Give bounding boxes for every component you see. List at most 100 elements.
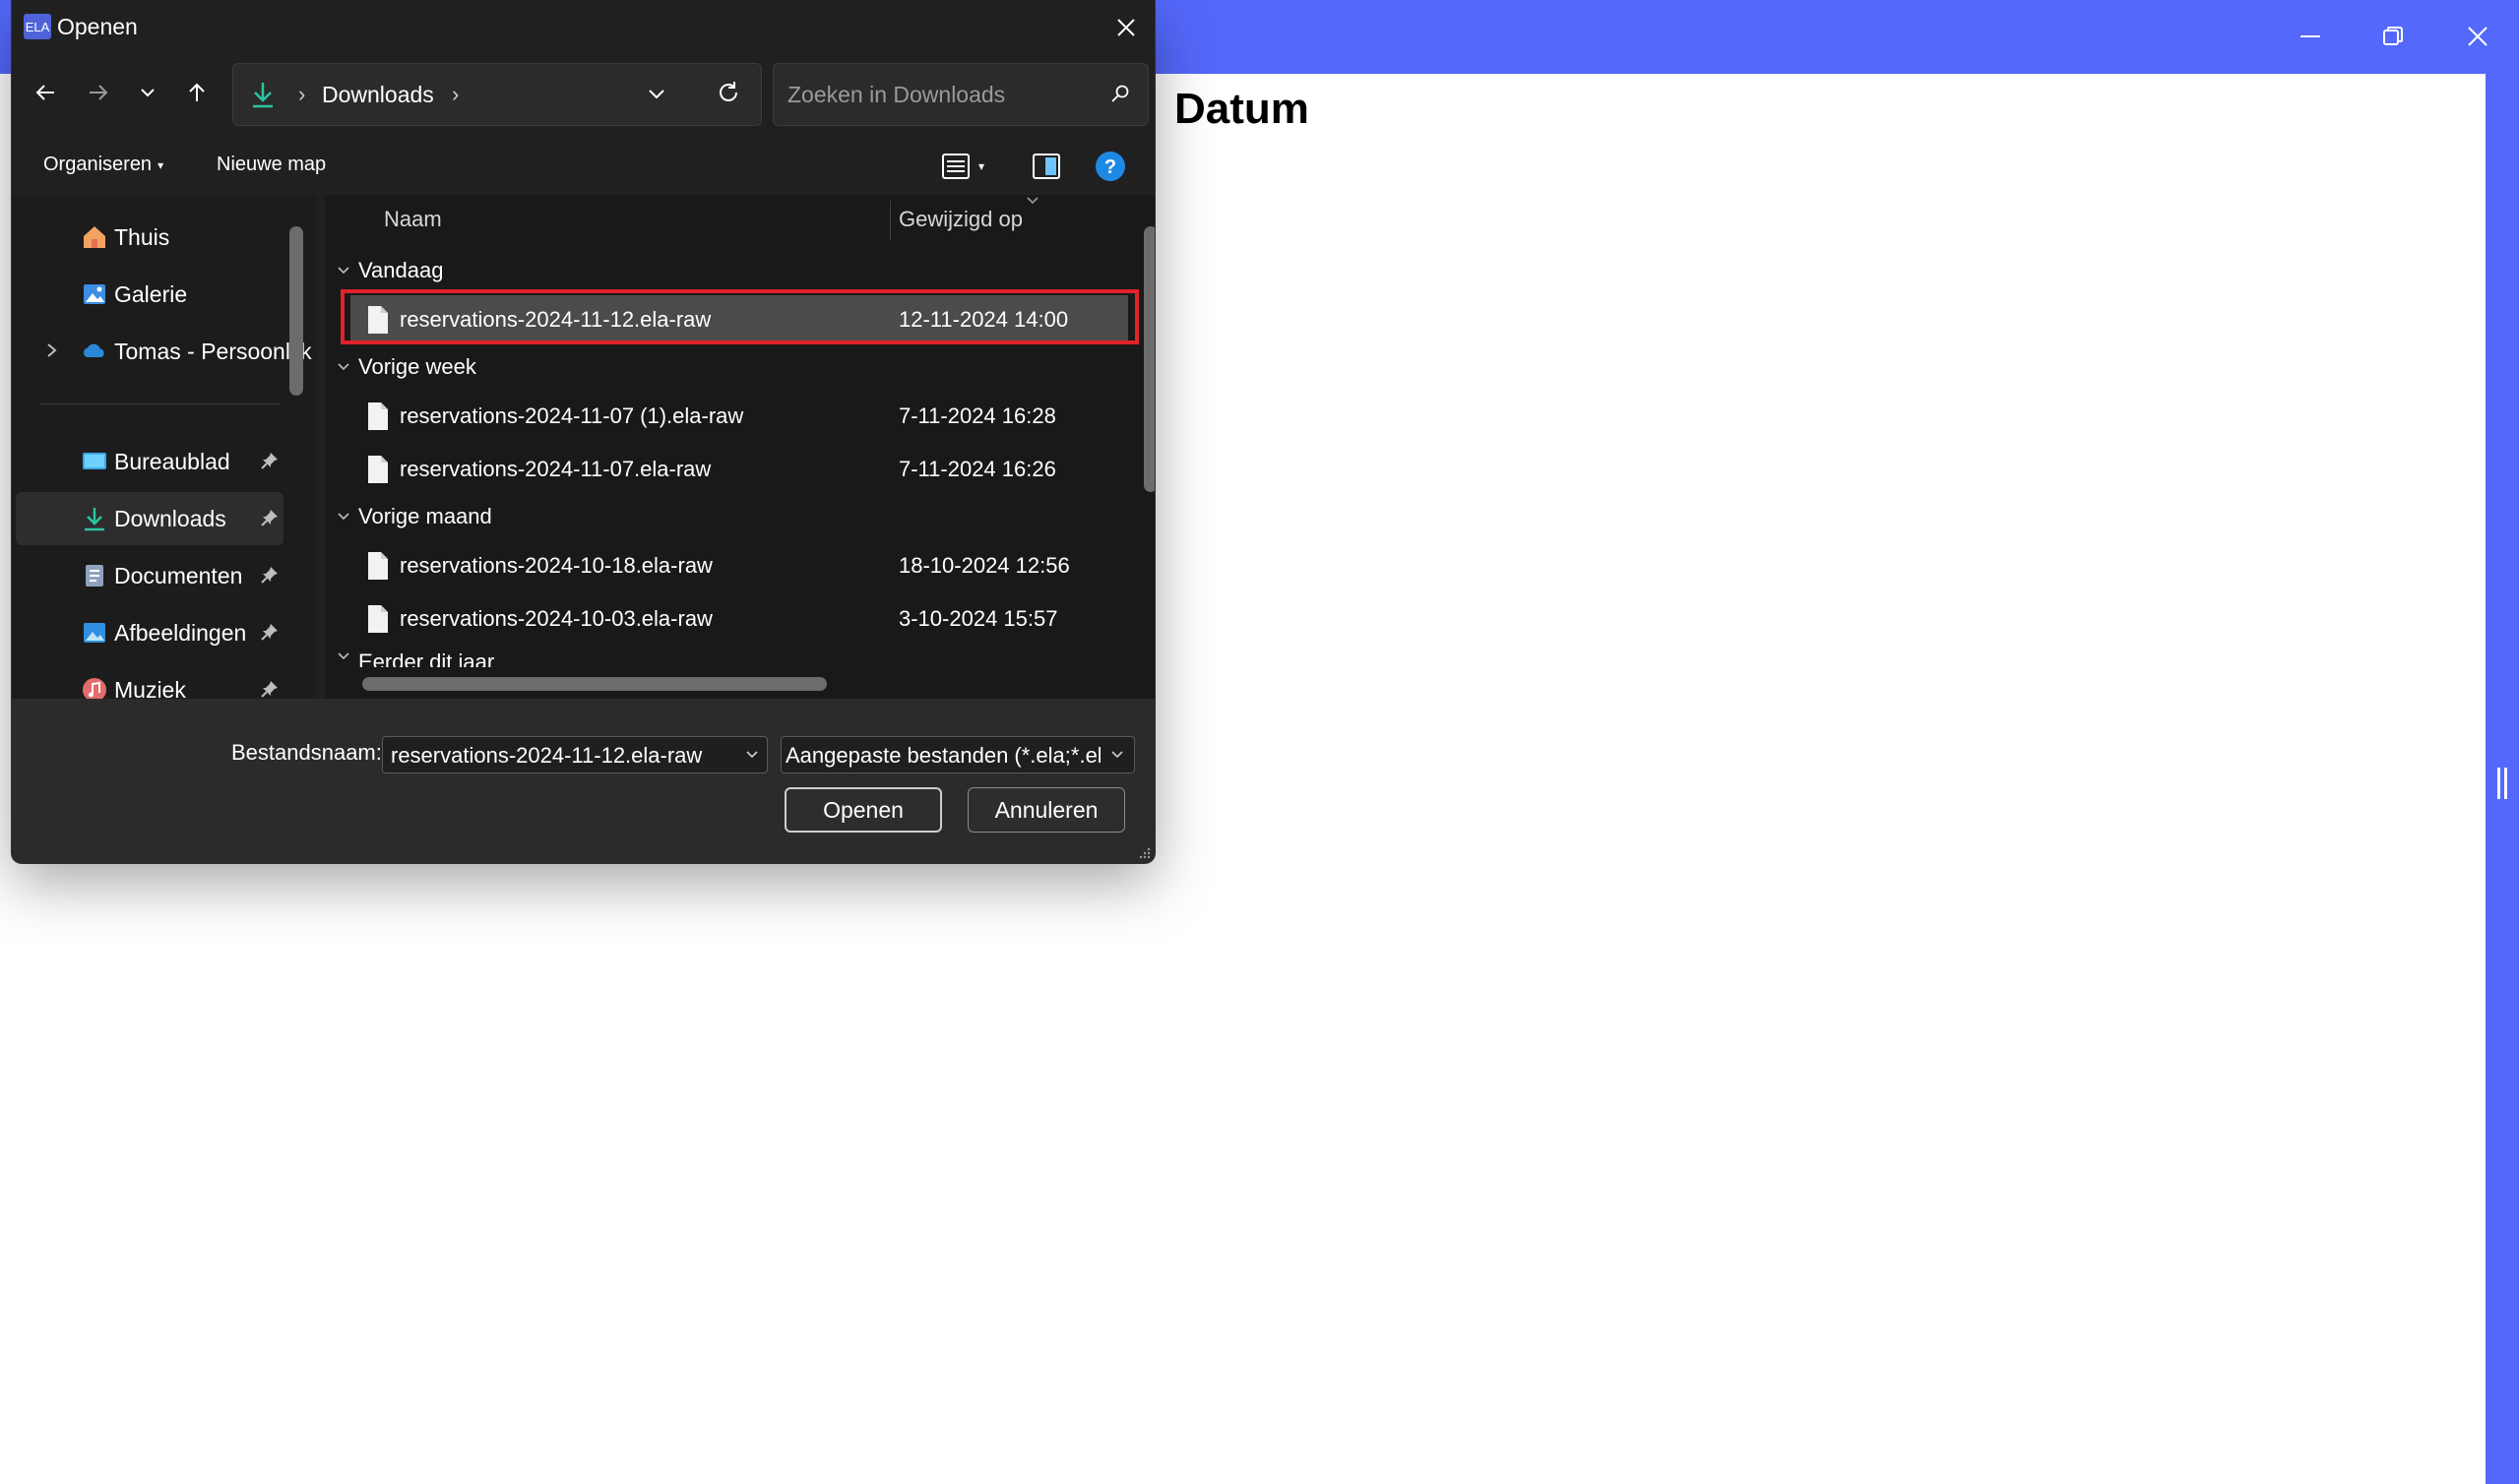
file-name: reservations-2024-11-07.ela-raw [400,457,712,481]
app-close-button[interactable] [2443,12,2512,61]
dialog-footer: Bestandsnaam: Aangepaste bestanden (*.el… [12,699,1155,863]
caret-down-icon: ▾ [978,159,985,173]
gallery-icon [84,284,105,304]
file-row[interactable]: reservations-2024-10-03.ela-raw 3-10-202… [350,594,1128,644]
help-button[interactable]: ? [1095,148,1126,185]
new-folder-button[interactable]: Nieuwe map [217,154,326,176]
breadcrumb-separator-icon[interactable]: › [452,82,459,107]
filetype-value: Aangepaste bestanden (*.ela;*.ela-raw) [786,743,1101,768]
file-modified: 3-10-2024 15:57 [899,606,1058,631]
sidebar-item-onedrive[interactable]: Tomas - Persoonlijk [16,325,317,378]
search-icon[interactable] [1110,84,1130,103]
sort-chevron-icon [1027,197,1039,205]
file-list: Naam Gewijzigd op Vandaag reservations-2… [325,195,1155,699]
group-header-vandaag[interactable]: Vandaag [337,258,443,283]
file-name: reservations-2024-10-18.ela-raw [400,553,713,578]
minimize-button[interactable] [2276,12,2345,61]
sidebar-item-label: Tomas - Persoonlijk [114,339,312,364]
recent-locations-button[interactable] [128,73,167,112]
forward-button[interactable] [79,73,118,112]
navigation-bar: › Downloads › [12,59,1155,128]
pin-icon[interactable] [260,451,280,470]
onedrive-icon [83,343,104,357]
dialog-title: Openen [57,14,138,39]
sidebar-item-downloads[interactable]: Downloads [16,492,283,545]
home-icon [84,226,105,248]
chevron-down-icon[interactable] [745,749,759,761]
sidebar-item-muziek[interactable]: Muziek [16,663,283,699]
up-button[interactable] [177,73,217,112]
chevron-down-icon[interactable] [647,84,666,103]
sidebar-scrollbar[interactable] [289,226,303,396]
file-list-vertical-scrollbar[interactable] [1144,226,1155,492]
chevron-down-icon [338,513,349,521]
arrow-left-icon [35,85,54,100]
chevron-right-icon[interactable] [45,340,59,360]
restore-button[interactable] [2359,12,2427,61]
pictures-icon [84,623,105,643]
download-icon [85,508,104,531]
sidebar-item-bureaublad[interactable]: Bureaublad [16,435,283,488]
file-row[interactable]: reservations-2024-11-07.ela-raw 7-11-202… [350,445,1128,494]
page-heading: Datum [1174,85,1309,133]
documents-icon [86,565,103,587]
drag-handle-icon[interactable] [2495,768,2509,799]
sidebar-item-label: Afbeeldingen [114,620,247,646]
navigation-pane: Thuis Galerie Tomas - Persoonlijk Bureau… [12,195,317,699]
sidebar-item-label: Bureaublad [114,449,230,474]
group-header-eerder-dit-jaar[interactable]: Eerder dit jaar [337,649,494,667]
sidebar-item-afbeeldingen[interactable]: Afbeeldingen [16,606,283,659]
app-right-border [2486,74,2519,1484]
chevron-down-icon [338,267,349,275]
close-icon [2468,27,2488,46]
filename-combobox[interactable] [382,736,768,773]
sidebar-divider [39,403,280,404]
column-divider[interactable] [890,201,891,240]
organize-label: Organiseren [43,154,153,175]
open-button[interactable]: Openen [785,787,942,833]
caret-down-icon: ▾ [157,157,164,172]
close-icon [1117,19,1135,36]
file-icon [368,456,388,483]
pin-icon[interactable] [260,679,280,699]
arrow-right-icon [90,85,108,100]
minimize-icon [2300,35,2320,37]
breadcrumb-downloads[interactable]: Downloads [322,82,434,108]
breadcrumb-separator-icon: › [298,82,306,106]
organize-menu-button[interactable]: Organiseren ▾ [43,154,163,176]
pin-icon[interactable] [260,622,280,642]
chevron-down-icon [338,652,349,660]
column-header: Naam Gewijzigd op [325,195,1155,244]
resize-grip-icon[interactable] [1137,845,1151,859]
back-button[interactable] [26,73,65,112]
group-header-vorige-week[interactable]: Vorige week [337,354,476,380]
file-list-horizontal-scrollbar[interactable] [362,677,827,691]
group-header-vorige-maand[interactable]: Vorige maand [337,504,492,529]
search-box[interactable] [773,63,1149,126]
view-options-button[interactable]: ▾ [941,148,984,185]
filetype-select[interactable]: Aangepaste bestanden (*.ela;*.ela-raw) [781,736,1135,773]
refresh-icon[interactable] [716,80,741,105]
column-header-modified[interactable]: Gewijzigd op [899,207,1023,232]
sidebar-item-thuis[interactable]: Thuis [16,211,283,264]
sidebar-item-documenten[interactable]: Documenten [16,549,283,602]
svg-text:?: ? [1104,156,1116,178]
search-input[interactable] [786,78,1085,111]
file-row[interactable]: reservations-2024-11-07 (1).ela-raw 7-11… [350,392,1128,441]
pin-icon[interactable] [260,508,280,527]
dialog-close-button[interactable] [1106,12,1146,43]
file-row[interactable]: reservations-2024-10-18.ela-raw 18-10-20… [350,541,1128,590]
pin-icon[interactable] [260,565,280,585]
dialog-titlebar: ELA Openen [12,0,1155,55]
group-label: Vorige week [358,354,476,379]
download-icon [253,83,273,108]
cancel-button[interactable]: Annuleren [968,787,1125,833]
sidebar-item-galerie[interactable]: Galerie [16,268,283,321]
column-header-name[interactable]: Naam [384,207,442,232]
preview-pane-icon [1033,154,1060,179]
preview-pane-button[interactable] [1032,148,1061,185]
address-bar[interactable]: › Downloads › [232,63,762,126]
file-name: reservations-2024-10-03.ela-raw [400,606,713,631]
group-label: Eerder dit jaar [358,649,495,667]
filename-input[interactable] [389,741,727,771]
